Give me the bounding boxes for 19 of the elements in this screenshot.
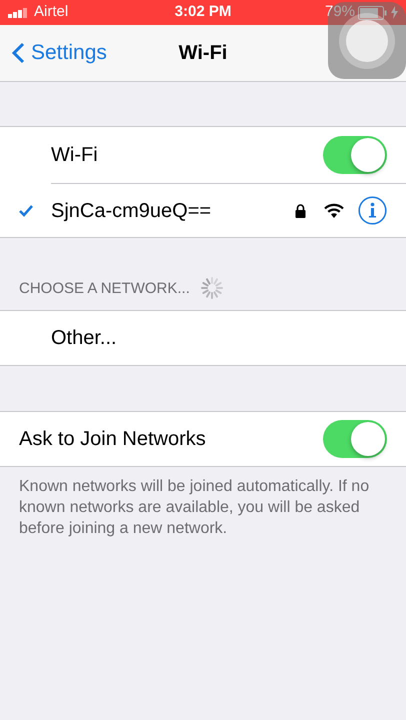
page-title: Wi-Fi [178,41,228,66]
chevron-left-icon [12,42,25,64]
toggle-switch[interactable] [323,136,387,174]
network-row[interactable]: SjnCa-cm9ueQ== [0,184,406,237]
network-name: SjnCa-cm9ueQ== [51,198,212,224]
section-header: CHOOSE A NETWORK... [19,278,190,298]
wifi-label: Wi-Fi [51,143,99,168]
wifi-signal-icon [324,203,344,218]
battery-icon [358,6,388,20]
other-network-label: Other... [51,326,117,351]
footer-description: Known networks will be joined automatically. If no known networks are available, you will be asked before joining a new network. [18,477,370,539]
info-icon[interactable] [358,196,387,225]
other-network-row[interactable]: Other... [0,310,406,366]
signal-icon [8,8,30,18]
carrier-name: Airtel [34,2,68,22]
clock: 3:02 PM [174,2,232,22]
back-button[interactable]: Settings [0,37,107,69]
toggle-switch[interactable] [323,420,387,458]
ask-to-join-label: Ask to Join Networks [19,427,207,452]
